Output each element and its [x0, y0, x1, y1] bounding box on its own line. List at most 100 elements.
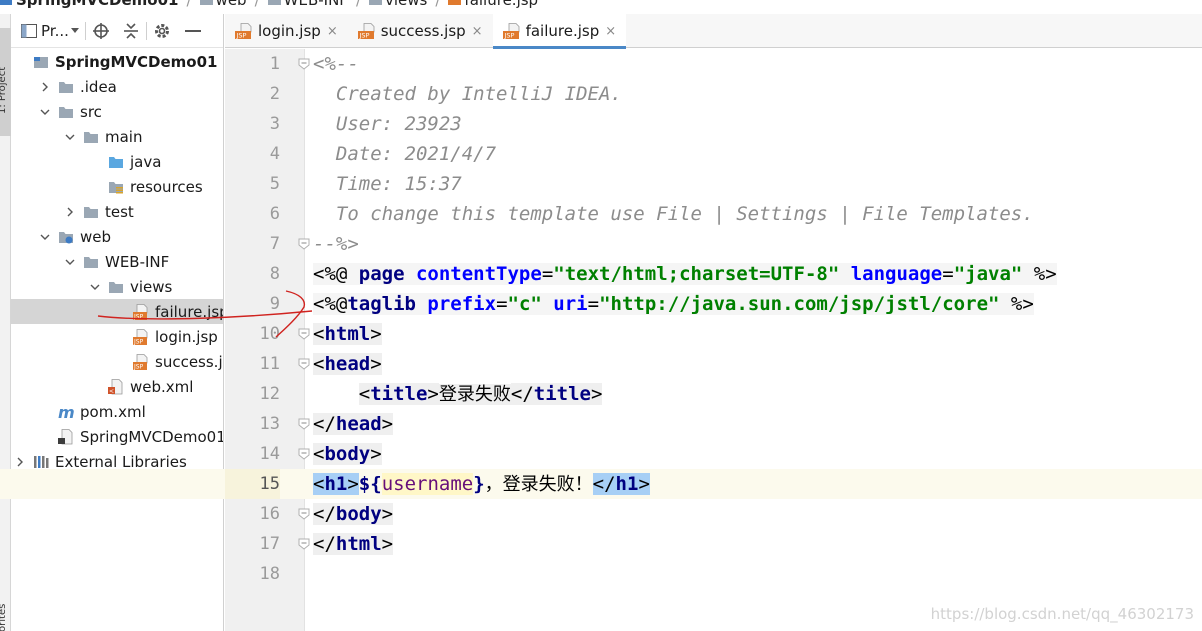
fold-marker-icon[interactable]	[298, 58, 310, 70]
line-number: 10	[259, 324, 280, 344]
folder-icon	[199, 0, 213, 5]
fold-marker-icon[interactable]	[298, 508, 310, 520]
close-icon[interactable]: ×	[327, 24, 338, 39]
code-token: >	[427, 383, 439, 405]
code-token: <	[358, 383, 371, 405]
code-line[interactable]: 9 <%@taglib prefix="c" uri="http://java.s…	[0, 289, 1202, 319]
code-token: =	[541, 263, 554, 285]
locate-file-button[interactable]	[92, 19, 110, 43]
code-line[interactable]: 2 Created by IntelliJ IDEA.	[0, 79, 1202, 109]
favorites-tool-label[interactable]: avorites	[0, 604, 8, 631]
module-icon	[0, 0, 12, 5]
hide-panel-button[interactable]	[184, 19, 201, 43]
close-icon[interactable]: ×	[605, 24, 616, 39]
minimize-icon	[184, 29, 201, 32]
code-token: <%@	[313, 293, 348, 315]
code-token: >	[381, 533, 394, 555]
code-line[interactable]: 11 <head>	[0, 349, 1202, 379]
code-line[interactable]: 3 User: 23923	[0, 109, 1202, 139]
line-number: 13	[259, 414, 280, 434]
code-token: <	[313, 353, 325, 375]
breadcrumb-item-file[interactable]: failure.jsp	[448, 0, 538, 9]
settings-button[interactable]	[153, 19, 171, 43]
code-line[interactable]: 13 </head>	[0, 409, 1202, 439]
code-token: <%@	[313, 263, 359, 285]
breadcrumb-separator: /	[355, 0, 361, 9]
code-token: </	[592, 473, 616, 495]
code-line[interactable]: 5 Time: 15:37	[0, 169, 1202, 199]
breadcrumb-item-views[interactable]: views	[369, 0, 427, 9]
code-token: }	[473, 473, 485, 495]
fold-marker-icon[interactable]	[298, 448, 310, 460]
code-token: title	[533, 383, 591, 405]
code-token: %>	[999, 293, 1034, 315]
code-token: </	[313, 533, 336, 555]
editor-tab[interactable]: JSP success.jsp ×	[348, 14, 493, 48]
svg-text:JSP: JSP	[358, 32, 369, 40]
code-line[interactable]: 7 --%>	[0, 229, 1202, 259]
code-line[interactable]: 1 <%--	[0, 49, 1202, 79]
code-text: <title>登录失败</title>	[313, 379, 603, 409]
folder-icon	[369, 0, 382, 5]
folder-icon	[267, 0, 281, 5]
code-token: ${	[358, 473, 382, 495]
code-line[interactable]: 16 </body>	[0, 499, 1202, 529]
fold-marker-icon[interactable]	[298, 238, 310, 250]
line-number: 12	[259, 384, 280, 404]
code-line[interactable]: 6 To change this template use File | Set…	[0, 199, 1202, 229]
code-text: <%--	[313, 49, 359, 79]
fold-marker-icon[interactable]	[298, 328, 310, 340]
code-token: >	[381, 503, 394, 525]
code-token: contentType	[415, 263, 542, 285]
code-token	[839, 263, 851, 285]
code-line[interactable]: 18	[0, 559, 1202, 589]
fold-marker-icon[interactable]	[298, 418, 310, 430]
editor-tab[interactable]: JSP login.jsp ×	[225, 14, 348, 48]
code-line[interactable]: 4 Date: 2021/4/7	[0, 139, 1202, 169]
line-number: 18	[259, 564, 280, 584]
code-line[interactable]: 10 <html>	[0, 319, 1202, 349]
code-token: <	[313, 443, 325, 465]
line-number: 6	[269, 204, 280, 224]
crosshair-icon	[92, 22, 109, 39]
code-line[interactable]: 15 <h1>${username}，登录失败！</h1>	[0, 469, 1202, 499]
code-token: </	[313, 503, 336, 525]
code-token: </	[510, 383, 534, 405]
code-token: title	[370, 383, 428, 405]
collapse-all-icon	[123, 22, 138, 39]
code-token: html	[324, 323, 371, 345]
editor-tab-label: login.jsp	[258, 22, 321, 40]
code-text: <head>	[313, 349, 382, 379]
line-number: 17	[259, 534, 280, 554]
view-selector[interactable]: Pr...	[15, 19, 79, 43]
editor-tabs: JSP login.jsp × JSP success.jsp × JSP failure.j…	[225, 14, 1202, 49]
code-text: --%>	[313, 229, 359, 259]
code-line[interactable]: 17 </html>	[0, 529, 1202, 559]
code-token	[541, 293, 554, 315]
breadcrumb-item-project[interactable]: SpringMVCDemo01	[0, 0, 178, 9]
code-text: <html>	[313, 319, 382, 349]
code-line[interactable]: 14 <body>	[0, 439, 1202, 469]
collapse-all-button[interactable]	[122, 19, 140, 43]
line-number: 2	[269, 84, 280, 104]
breadcrumb-item-web-inf[interactable]: WEB-INF	[267, 0, 348, 9]
editor-tab[interactable]: JSP failure.jsp ×	[492, 14, 627, 49]
code-token: %>	[1022, 263, 1057, 285]
code-token: <	[313, 473, 325, 495]
line-number: 15	[225, 469, 280, 499]
code-token: 登录失败	[438, 384, 511, 405]
code-token: Time: 15:37	[313, 173, 462, 195]
code-line[interactable]: 8 <%@ page contentType="text/html;charset…	[0, 259, 1202, 289]
close-icon[interactable]: ×	[472, 24, 483, 39]
code-token: head	[335, 413, 382, 435]
code-token: html	[335, 533, 382, 555]
code-token: >	[347, 473, 359, 495]
fold-marker-icon[interactable]	[298, 358, 310, 370]
code-token: =	[587, 293, 600, 315]
code-text: User: 23923	[313, 109, 462, 139]
code-token	[404, 263, 416, 285]
code-token: page	[358, 263, 405, 285]
code-line[interactable]: 12 <title>登录失败</title>	[0, 379, 1202, 409]
breadcrumb-item-web[interactable]: web	[199, 0, 247, 9]
fold-marker-icon[interactable]	[298, 538, 310, 550]
